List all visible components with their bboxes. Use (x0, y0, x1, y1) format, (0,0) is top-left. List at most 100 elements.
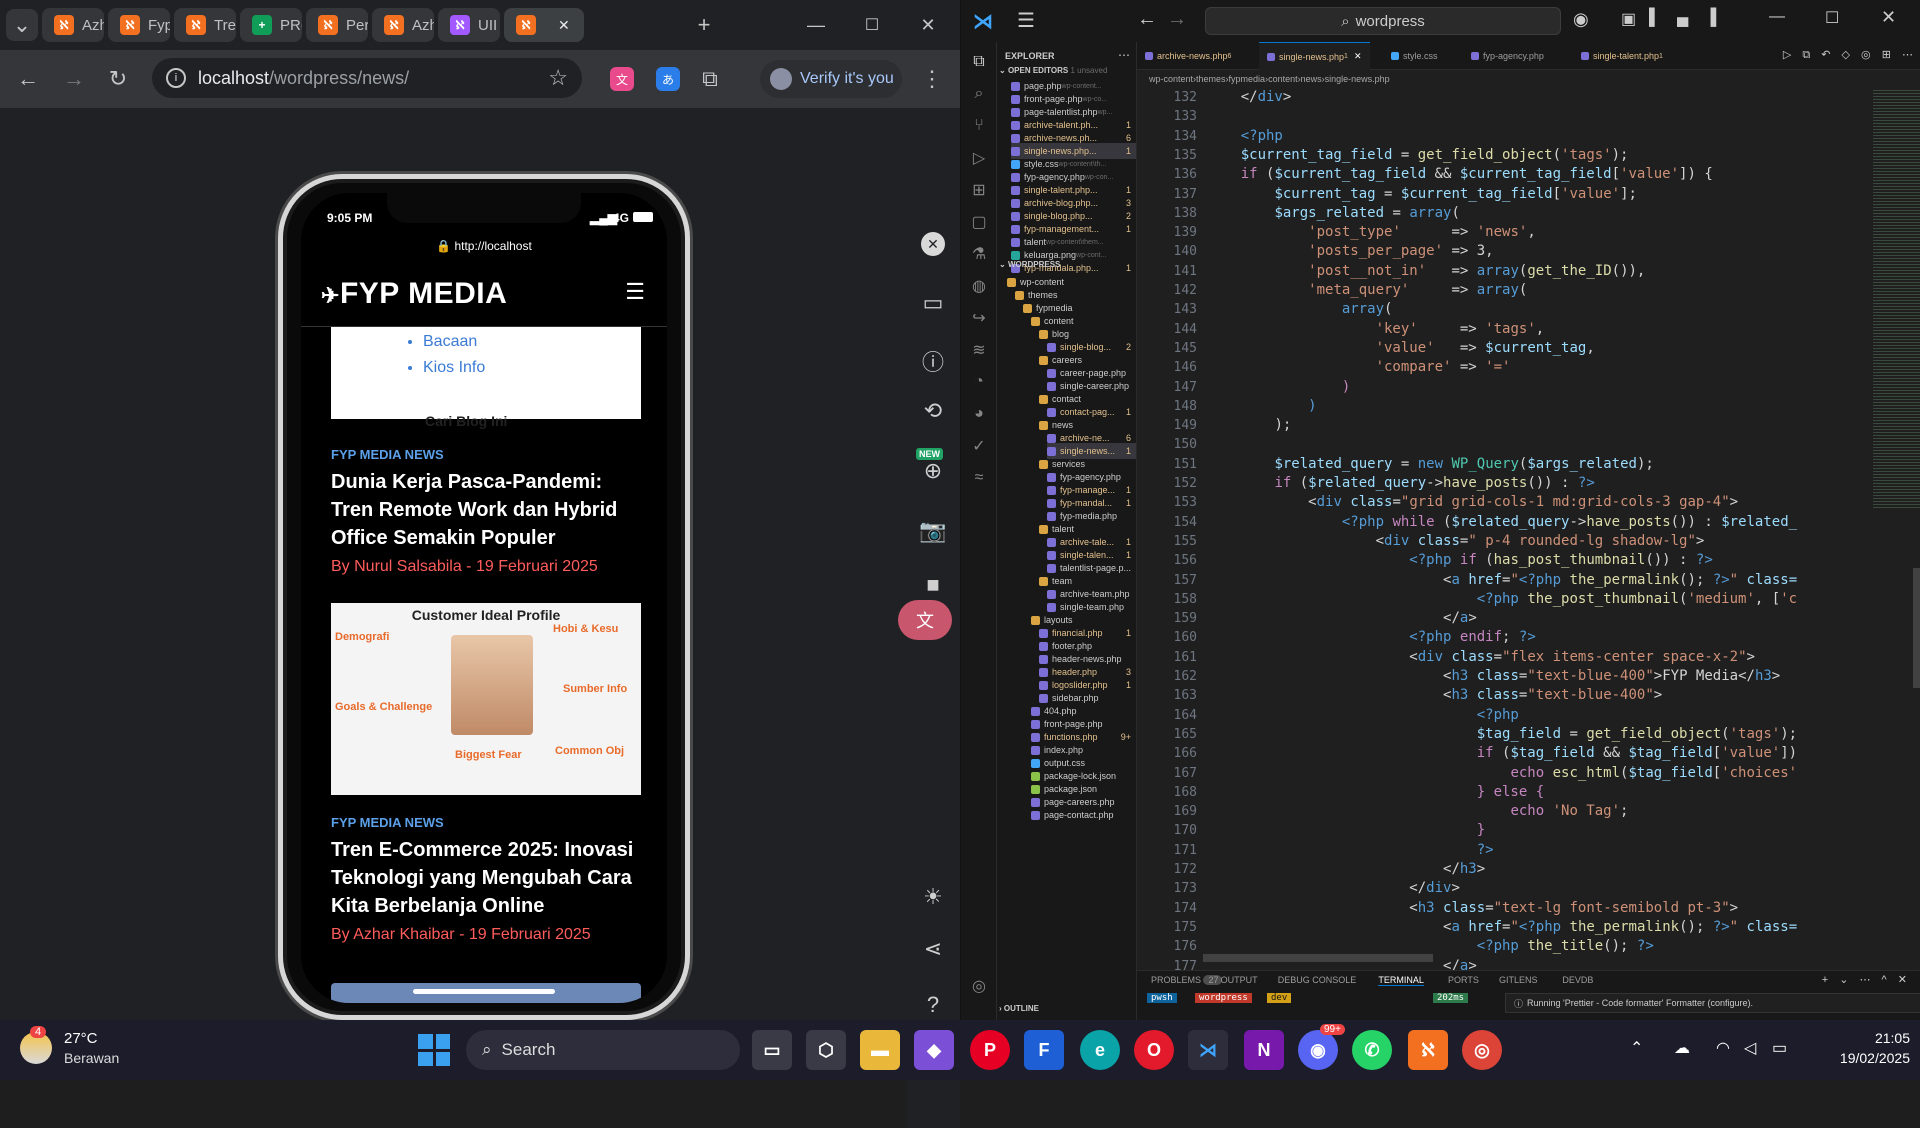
minimize-button[interactable]: — (800, 9, 832, 41)
panel-tab[interactable]: OUTPUT (1221, 975, 1258, 985)
widgets-icon[interactable]: ⬡ (806, 1030, 846, 1070)
back-icon[interactable]: ← (12, 63, 44, 95)
checks-icon[interactable]: ✓ (965, 432, 993, 460)
vscode-maximize-button[interactable]: ☐ (1825, 8, 1839, 28)
help-icon[interactable]: ? (916, 988, 950, 1022)
minimap[interactable] (1873, 88, 1920, 508)
breadcrumb-item[interactable]: news (1301, 74, 1322, 84)
browser-tab[interactable]: ℵ Azh (372, 8, 434, 42)
explorer-more-icon[interactable]: ⋯ (1118, 48, 1130, 62)
tab-close-icon[interactable]: ✕ (558, 17, 570, 34)
breadcrumb-item[interactable]: single-news.php (1325, 74, 1390, 84)
tray-app-icon[interactable]: ☁ (1674, 1038, 1690, 1058)
nav-back-icon[interactable]: ← (1137, 8, 1157, 31)
layout-icon[interactable]: ▣ (1621, 9, 1636, 29)
article-card[interactable]: FYP MEDIA NEWS Tren E-Commerce 2025: Ino… (331, 815, 641, 944)
docker-icon[interactable]: ≋ (965, 336, 993, 364)
article-title[interactable]: Dunia Kerja Pasca-Pandemi: Tren Remote W… (331, 468, 641, 552)
command-center-search[interactable]: ⌕ wordpress (1205, 7, 1561, 35)
article-category[interactable]: FYP MEDIA NEWS (331, 815, 641, 830)
battery-icon[interactable]: ▭ (1772, 1038, 1787, 1058)
panel-tab[interactable]: TERMINAL (1378, 975, 1424, 986)
device-rotate-icon[interactable]: ▭ (916, 286, 950, 320)
outline-header[interactable]: › OUTLINE (999, 1004, 1039, 1013)
explorer-icon[interactable]: ⧉ (965, 48, 993, 76)
accounts-icon[interactable]: ◎ (965, 972, 993, 1000)
code-editor[interactable]: </div> <?php $current_tag_field = get_fi… (1207, 88, 1867, 988)
article-title[interactable]: Tren E-Commerce 2025: Inovasi Teknologi … (331, 836, 641, 920)
whatsapp-icon[interactable]: ✆ (1352, 1030, 1392, 1070)
editor-tab[interactable]: single-talent.php 1 (1573, 42, 1671, 70)
verify-button[interactable]: Verify it's you (760, 60, 902, 98)
extensions-icon[interactable]: ⊞ (965, 176, 993, 204)
breadcrumb-item[interactable]: fypmedia (1229, 74, 1266, 84)
obsidian-icon[interactable]: ◆ (914, 1030, 954, 1070)
screenshot-camera-icon[interactable]: 📷 (916, 514, 950, 548)
search-view-icon[interactable]: ⌕ (965, 80, 993, 108)
sidebar-link[interactable]: Bacaan (423, 329, 485, 355)
taskbar-search[interactable]: ⌕ Search (466, 1030, 740, 1070)
sidebar-link[interactable]: Kios Info (423, 355, 485, 381)
browser-tab[interactable]: ℵ Azh (42, 8, 104, 42)
breadcrumb-item[interactable]: wp-content (1149, 74, 1193, 84)
translate-float-button[interactable]: 文 (898, 600, 952, 640)
testing-icon[interactable]: ⚗ (965, 240, 993, 268)
database-icon[interactable]: ≈ (965, 464, 993, 492)
tab-search-icon[interactable]: ⌄ (6, 9, 38, 41)
extension-translate-icon[interactable]: 文 (610, 67, 634, 91)
edge-icon[interactable]: e (1080, 1030, 1120, 1070)
editor-tab[interactable]: single-news.php 1 ✕ (1259, 42, 1370, 70)
onenote-icon[interactable]: N (1244, 1030, 1284, 1070)
hamburger-menu-icon[interactable]: ☰ (625, 279, 645, 305)
vscode-minimize-button[interactable]: — (1769, 8, 1785, 26)
browser-tab[interactable]: ℵ Tre (174, 8, 236, 42)
xampp-icon[interactable]: ℵ (1408, 1030, 1448, 1070)
panel-tab[interactable]: DEVDB (1562, 975, 1593, 985)
file-explorer-icon[interactable]: ▬ (860, 1030, 900, 1070)
editor-tab[interactable]: fyp-agency.php (1463, 42, 1552, 70)
toggle-secondary-sidebar-icon[interactable]: ▐ (1705, 9, 1716, 27)
vscode-taskbar-icon[interactable]: ⋊ (1188, 1030, 1228, 1070)
tray-chevron-icon[interactable]: ⌃ (1630, 1038, 1643, 1058)
article-category[interactable]: FYP MEDIA NEWS (331, 447, 641, 462)
reload-icon[interactable]: ↻ (102, 63, 134, 95)
extensions-puzzle-icon[interactable]: ⧉ (694, 63, 726, 95)
info-icon[interactable]: ⓘ (916, 344, 950, 378)
open-editors-header[interactable]: ⌄ OPEN EDITORS 1 unsaved (999, 66, 1107, 75)
terminal-prompt[interactable]: pwsh wordpress dev 202ms (1137, 989, 1497, 1019)
extension-translator-icon[interactable]: あ (656, 67, 680, 91)
horizontal-scrollbar[interactable] (1203, 954, 1433, 962)
wifi-icon[interactable]: ◠ (1716, 1038, 1730, 1058)
gitlens-icon[interactable]: ◔ (965, 368, 993, 396)
browser-tab[interactable]: ℵ UII (438, 8, 500, 42)
editor-tab[interactable]: archive-news.php 6 (1137, 42, 1239, 70)
share-icon[interactable]: ⋖ (916, 932, 950, 966)
clock-time[interactable]: 21:05 (1820, 1030, 1910, 1046)
source-control-icon[interactable]: ⑂ (965, 112, 993, 140)
editor-tab-close-icon[interactable]: ✕ (1354, 51, 1362, 62)
github-icon[interactable]: ◕ (965, 400, 993, 428)
zoom-icon[interactable]: ⊕ (916, 454, 950, 488)
article-image[interactable]: Customer Ideal Profile Demografi Hobi & … (331, 603, 641, 795)
tree-file[interactable]: page-contact.php (1031, 807, 1136, 823)
browser-tab[interactable]: ℵ ✕ (504, 8, 584, 42)
menu-icon[interactable]: ☰ (1017, 8, 1035, 33)
breadcrumb-item[interactable]: content (1268, 74, 1298, 84)
rotate-icon[interactable]: ⟲ (916, 394, 950, 428)
opera-icon[interactable]: O (1134, 1030, 1174, 1070)
brightness-icon[interactable]: ☀ (916, 880, 950, 914)
browser-tab[interactable]: ℵ Fyp (108, 8, 170, 42)
pinterest-icon[interactable]: P (970, 1030, 1010, 1070)
start-button[interactable] (418, 1034, 450, 1066)
toggle-sidebar-icon[interactable]: ▌ (1649, 9, 1660, 27)
chrome-icon[interactable]: ◎ (1462, 1030, 1502, 1070)
close-emulator-icon[interactable]: ✕ (921, 232, 945, 256)
panel-tab[interactable]: PROBLEMS 27 (1151, 975, 1222, 985)
clock-date[interactable]: 19/02/2025 (1820, 1050, 1910, 1066)
breadcrumb-item[interactable]: themes (1196, 74, 1226, 84)
copilot-icon[interactable]: ◉ (1573, 9, 1589, 30)
panel-tab[interactable]: DEBUG CONSOLE (1278, 975, 1357, 985)
close-window-button[interactable]: ✕ (912, 9, 944, 41)
live-share-icon[interactable]: ↪ (965, 304, 993, 332)
browser-tab[interactable]: ℵ Per (306, 8, 368, 42)
